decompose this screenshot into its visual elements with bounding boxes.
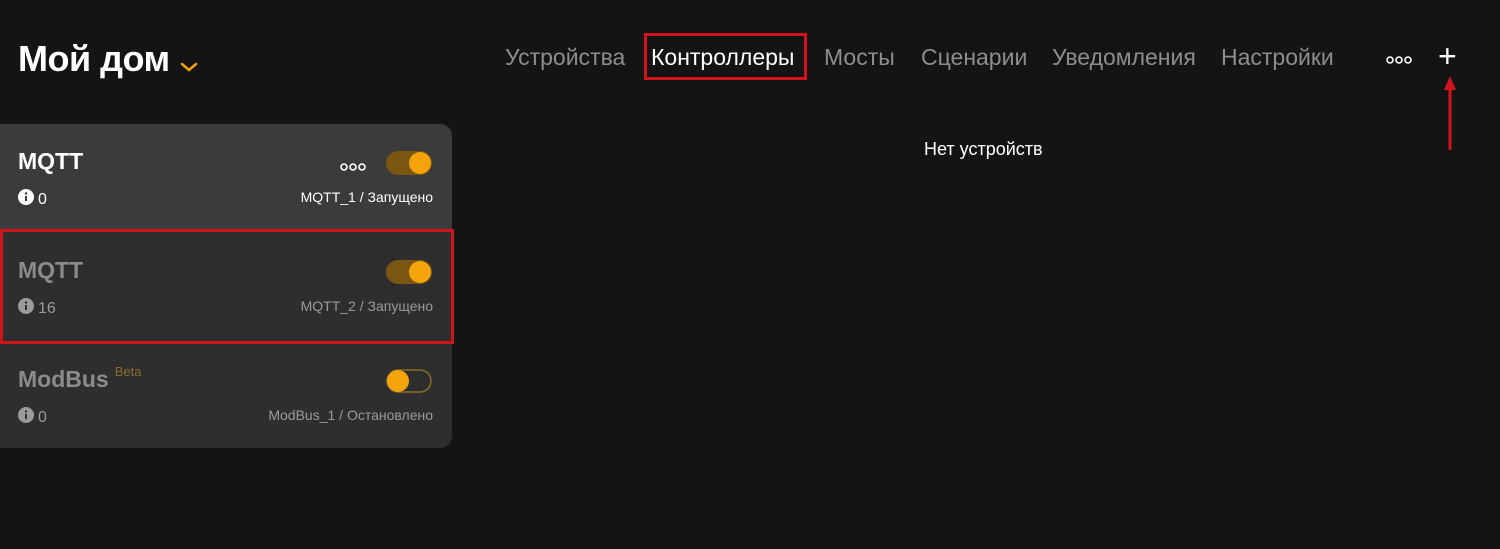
controller-menu-icon[interactable]	[340, 159, 366, 177]
controller-status: MQTT_1 / Запущено	[300, 189, 433, 205]
highlight-box-tab	[644, 33, 807, 80]
controller-toggle[interactable]	[386, 151, 432, 175]
tab-notifications[interactable]: Уведомления	[1052, 44, 1196, 71]
controller-name: ModBus Beta	[18, 364, 142, 393]
tab-settings[interactable]: Настройки	[1221, 44, 1334, 71]
device-count-value: 0	[38, 190, 47, 208]
info-icon	[18, 407, 34, 428]
info-icon	[18, 189, 34, 210]
annotation-arrow	[1440, 74, 1460, 159]
device-count: 0	[18, 407, 47, 428]
highlight-box-card	[0, 229, 454, 344]
controller-name-text: ModBus	[18, 366, 109, 392]
tab-bridges[interactable]: Мосты	[824, 44, 895, 71]
beta-badge: Beta	[114, 364, 142, 379]
controller-card-modbus[interactable]: ModBus Beta 0 ModBus_1 / Остановлено	[0, 342, 452, 448]
controller-status: ModBus_1 / Остановлено	[268, 407, 433, 423]
add-controller-button[interactable]: +	[1438, 38, 1457, 74]
device-count-value: 0	[38, 408, 47, 426]
more-options-icon[interactable]	[1386, 52, 1414, 70]
empty-state-message: Нет устройств	[924, 139, 1043, 159]
tab-devices[interactable]: Устройства	[505, 44, 625, 71]
controller-name: MQTT	[18, 148, 84, 174]
controller-card-mqtt-1[interactable]: MQTT 0 MQTT_1 / Запущено	[0, 124, 452, 230]
tab-scenarios[interactable]: Сценарии	[921, 44, 1027, 71]
device-count: 0	[18, 189, 47, 210]
controller-toggle[interactable]	[386, 369, 432, 393]
